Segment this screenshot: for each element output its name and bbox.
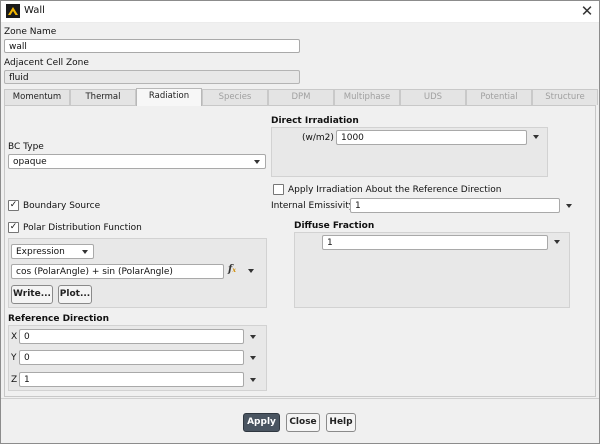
- bc-type-label: BC Type: [8, 142, 44, 152]
- internal-emissivity-label: Internal Emissivity: [271, 201, 355, 211]
- adjacent-cell-zone-field: fluid: [4, 70, 300, 84]
- expression-mode-value: Expression: [16, 247, 65, 257]
- tab-potential: Potential: [466, 89, 532, 105]
- zone-name-label: Zone Name: [4, 27, 57, 37]
- ref-y-input[interactable]: 0: [19, 350, 244, 365]
- bc-type-select[interactable]: opaque: [8, 154, 266, 169]
- chevron-down-icon: [254, 160, 260, 164]
- write-button[interactable]: Write...: [11, 285, 53, 304]
- ref-x-label: X: [11, 332, 18, 342]
- internal-emissivity-input[interactable]: 1: [350, 198, 560, 213]
- ref-x-chevron-icon[interactable]: [250, 335, 256, 339]
- plot-button[interactable]: Plot...: [58, 285, 92, 304]
- apply-button[interactable]: Apply: [243, 413, 280, 432]
- bc-type-value: opaque: [13, 157, 47, 167]
- tab-radiation[interactable]: Radiation: [136, 88, 202, 106]
- adjacent-cell-zone-label: Adjacent Cell Zone: [4, 58, 89, 68]
- apply-irradiation-ref-checkbox[interactable]: [273, 184, 284, 195]
- tab-dpm: DPM: [268, 89, 334, 105]
- ref-z-chevron-icon[interactable]: [250, 378, 256, 382]
- boundary-source-label: Boundary Source: [23, 201, 101, 211]
- title-bar: [1, 1, 599, 23]
- apply-irradiation-ref-label: Apply Irradiation About the Reference Di…: [288, 185, 502, 195]
- internal-emissivity-chevron-icon[interactable]: [566, 204, 572, 208]
- ref-x-input[interactable]: 0: [19, 329, 244, 344]
- polar-distribution-label: Polar Distribution Function: [23, 223, 142, 233]
- close-window-icon[interactable]: ✕: [578, 2, 596, 20]
- expression-mode-select[interactable]: Expression: [11, 244, 94, 259]
- diffuse-fraction-title: Diffuse Fraction: [294, 221, 375, 231]
- tab-species: Species: [202, 89, 268, 105]
- direct-irradiation-title: Direct Irradiation: [271, 116, 359, 126]
- tab-momentum[interactable]: Momentum: [4, 89, 70, 105]
- chevron-down-icon: [82, 250, 88, 254]
- direct-irradiation-chevron-icon[interactable]: [533, 135, 539, 139]
- function-icon[interactable]: fx: [228, 264, 242, 279]
- diffuse-fraction-input[interactable]: 1: [322, 235, 548, 250]
- tab-bar: Momentum Thermal Radiation Species DPM M…: [4, 88, 598, 106]
- polar-distribution-checkbox[interactable]: ✓: [8, 222, 19, 233]
- ref-y-label: Y: [11, 353, 17, 363]
- diffuse-fraction-chevron-icon[interactable]: [554, 240, 560, 244]
- reference-direction-title: Reference Direction: [8, 314, 109, 324]
- ansys-app-icon: [6, 4, 20, 18]
- footer-divider: [1, 398, 599, 399]
- tab-uds: UDS: [400, 89, 466, 105]
- direct-irradiation-input[interactable]: 1000: [336, 130, 527, 145]
- ref-y-chevron-icon[interactable]: [250, 356, 256, 360]
- tab-structure: Structure: [532, 89, 598, 105]
- close-button[interactable]: Close: [286, 413, 320, 432]
- tab-multiphase: Multiphase: [334, 89, 400, 105]
- zone-name-input[interactable]: wall: [4, 39, 300, 53]
- ref-z-input[interactable]: 1: [19, 372, 244, 387]
- expression-dropdown-chevron-icon[interactable]: [248, 269, 254, 273]
- window-title: Wall: [24, 5, 45, 16]
- expression-input[interactable]: cos (PolarAngle) + sin (PolarAngle): [11, 264, 224, 279]
- tab-thermal[interactable]: Thermal: [70, 89, 136, 105]
- direct-irradiation-unit: (w/m2): [302, 133, 334, 143]
- ref-z-label: Z: [11, 375, 18, 385]
- help-button[interactable]: Help: [326, 413, 356, 432]
- boundary-source-checkbox[interactable]: ✓: [8, 200, 19, 211]
